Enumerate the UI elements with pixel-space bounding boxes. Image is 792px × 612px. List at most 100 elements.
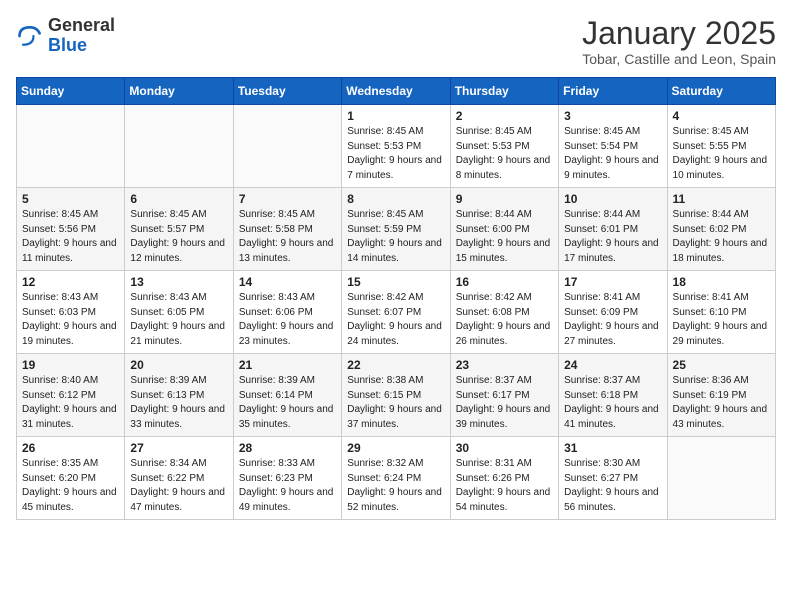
calendar-cell: 13Sunrise: 8:43 AM Sunset: 6:05 PM Dayli… (125, 271, 233, 354)
logo: General Blue (16, 16, 115, 56)
day-info: Sunrise: 8:36 AM Sunset: 6:19 PM Dayligh… (673, 374, 770, 432)
day-number: 11 (673, 192, 770, 206)
calendar-cell: 25 Sunrise: 8:36 AM Sunset: 6:19 PM Dayli… (667, 354, 775, 437)
day-number: 9 (456, 192, 553, 206)
calendar-cell: 10Sunrise: 8:44 AM Sunset: 6:01 PM Dayli… (559, 188, 667, 271)
day-info: Sunrise: 8:39 AM Sunset: 6:14 PM Dayligh… (239, 374, 336, 432)
calendar-cell: 30 Sunrise: 8:31 AM Sunset: 6:26 PM Dayli… (450, 437, 558, 520)
calendar-cell: 20 Sunrise: 8:39 AM Sunset: 6:13 PM Dayli… (125, 354, 233, 437)
day-number: 5 (22, 192, 119, 206)
calendar-cell: 2Sunrise: 8:45 AM Sunset: 5:53 PM Daylig… (450, 105, 558, 188)
day-number: 14 (239, 275, 336, 289)
calendar-cell: 21Sunrise: 8:39 AM Sunset: 6:14 PM Dayli… (233, 354, 341, 437)
day-number: 3 (564, 109, 661, 123)
page-header: General Blue January 2025 Tobar, Castill… (16, 16, 776, 67)
day-info: Sunrise: 8:43 AM Sunset: 6:03 PM Dayligh… (22, 291, 119, 349)
day-number: 4 (673, 109, 770, 123)
calendar-cell: 15Sunrise: 8:42 AM Sunset: 6:07 PM Dayli… (342, 271, 450, 354)
calendar-cell: 9 Sunrise: 8:44 AM Sunset: 6:00 PM Daylig… (450, 188, 558, 271)
calendar-cell: 5 Sunrise: 8:45 AM Sunset: 5:56 PM Daylig… (17, 188, 125, 271)
calendar-cell: 1 Sunrise: 8:45 AM Sunset: 5:53 PM Daylig… (342, 105, 450, 188)
calendar-cell (125, 105, 233, 188)
day-number: 28 (239, 441, 336, 455)
day-info: Sunrise: 8:42 AM Sunset: 6:08 PM Dayligh… (456, 291, 553, 349)
calendar-cell: 6 Sunrise: 8:45 AM Sunset: 5:57 PM Daylig… (125, 188, 233, 271)
logo-text: General Blue (48, 16, 115, 56)
day-info: Sunrise: 8:37 AM Sunset: 6:17 PM Dayligh… (456, 374, 553, 432)
day-info: Sunrise: 8:38 AM Sunset: 6:15 PM Dayligh… (347, 374, 444, 432)
weekday-header-saturday: Saturday (667, 78, 775, 105)
day-info: Sunrise: 8:40 AM Sunset: 6:12 PM Dayligh… (22, 374, 119, 432)
day-info: Sunrise: 8:41 AM Sunset: 6:09 PM Dayligh… (564, 291, 661, 349)
day-number: 6 (130, 192, 227, 206)
day-number: 23 (456, 358, 553, 372)
day-info: Sunrise: 8:41 AM Sunset: 6:10 PM Dayligh… (673, 291, 770, 349)
weekday-header-wednesday: Wednesday (342, 78, 450, 105)
weekday-header-monday: Monday (125, 78, 233, 105)
day-info: Sunrise: 8:30 AM Sunset: 6:27 PM Dayligh… (564, 457, 661, 515)
day-info: Sunrise: 8:44 AM Sunset: 6:00 PM Dayligh… (456, 208, 553, 266)
day-info: Sunrise: 8:34 AM Sunset: 6:22 PM Dayligh… (130, 457, 227, 515)
day-number: 31 (564, 441, 661, 455)
day-number: 20 (130, 358, 227, 372)
day-number: 8 (347, 192, 444, 206)
day-info: Sunrise: 8:37 AM Sunset: 6:18 PM Dayligh… (564, 374, 661, 432)
day-info: Sunrise: 8:43 AM Sunset: 6:05 PM Dayligh… (130, 291, 227, 349)
weekday-header-thursday: Thursday (450, 78, 558, 105)
calendar-cell: 28 Sunrise: 8:33 AM Sunset: 6:23 PM Dayli… (233, 437, 341, 520)
calendar-cell: 29 Sunrise: 8:32 AM Sunset: 6:24 PM Dayli… (342, 437, 450, 520)
day-info: Sunrise: 8:31 AM Sunset: 6:26 PM Dayligh… (456, 457, 553, 515)
calendar-cell (17, 105, 125, 188)
weekday-header-sunday: Sunday (17, 78, 125, 105)
day-info: Sunrise: 8:39 AM Sunset: 6:13 PM Dayligh… (130, 374, 227, 432)
calendar-cell: 17 Sunrise: 8:41 AM Sunset: 6:09 PM Dayli… (559, 271, 667, 354)
calendar-cell: 16 Sunrise: 8:42 AM Sunset: 6:08 PM Dayli… (450, 271, 558, 354)
day-info: Sunrise: 8:45 AM Sunset: 5:54 PM Dayligh… (564, 125, 661, 183)
day-info: Sunrise: 8:42 AM Sunset: 6:07 PM Dayligh… (347, 291, 444, 349)
day-number: 30 (456, 441, 553, 455)
day-info: Sunrise: 8:45 AM Sunset: 5:57 PM Dayligh… (130, 208, 227, 266)
calendar-cell: 24 Sunrise: 8:37 AM Sunset: 6:18 PM Dayli… (559, 354, 667, 437)
calendar-cell: 3 Sunrise: 8:45 AM Sunset: 5:54 PM Daylig… (559, 105, 667, 188)
day-info: Sunrise: 8:45 AM Sunset: 5:53 PM Dayligh… (347, 125, 444, 183)
day-number: 16 (456, 275, 553, 289)
day-number: 19 (22, 358, 119, 372)
day-number: 18 (673, 275, 770, 289)
day-number: 25 (673, 358, 770, 372)
calendar-cell (667, 437, 775, 520)
logo-icon (16, 22, 44, 50)
calendar-cell: 31 Sunrise: 8:30 AM Sunset: 6:27 PM Dayli… (559, 437, 667, 520)
month-title: January 2025 (582, 16, 776, 51)
day-info: Sunrise: 8:33 AM Sunset: 6:23 PM Dayligh… (239, 457, 336, 515)
day-info: Sunrise: 8:45 AM Sunset: 5:59 PM Dayligh… (347, 208, 444, 266)
calendar-cell: 14 Sunrise: 8:43 AM Sunset: 6:06 PM Dayli… (233, 271, 341, 354)
title-area: January 2025 Tobar, Castille and Leon, S… (582, 16, 776, 67)
day-number: 17 (564, 275, 661, 289)
day-info: Sunrise: 8:32 AM Sunset: 6:24 PM Dayligh… (347, 457, 444, 515)
day-number: 7 (239, 192, 336, 206)
calendar-cell: 26Sunrise: 8:35 AM Sunset: 6:20 PM Dayli… (17, 437, 125, 520)
calendar-cell: 22 Sunrise: 8:38 AM Sunset: 6:15 PM Dayli… (342, 354, 450, 437)
calendar-cell (233, 105, 341, 188)
day-number: 29 (347, 441, 444, 455)
calendar-cell: 4Sunrise: 8:45 AM Sunset: 5:55 PM Daylig… (667, 105, 775, 188)
day-info: Sunrise: 8:45 AM Sunset: 5:56 PM Dayligh… (22, 208, 119, 266)
calendar-cell: 27 Sunrise: 8:34 AM Sunset: 6:22 PM Dayli… (125, 437, 233, 520)
weekday-header-friday: Friday (559, 78, 667, 105)
day-info: Sunrise: 8:43 AM Sunset: 6:06 PM Dayligh… (239, 291, 336, 349)
day-info: Sunrise: 8:44 AM Sunset: 6:01 PM Dayligh… (564, 208, 661, 266)
calendar-cell: 12 Sunrise: 8:43 AM Sunset: 6:03 PM Dayli… (17, 271, 125, 354)
day-number: 2 (456, 109, 553, 123)
weekday-header-tuesday: Tuesday (233, 78, 341, 105)
day-number: 22 (347, 358, 444, 372)
calendar-cell: 11Sunrise: 8:44 AM Sunset: 6:02 PM Dayli… (667, 188, 775, 271)
calendar-cell: 23 Sunrise: 8:37 AM Sunset: 6:17 PM Dayli… (450, 354, 558, 437)
calendar-cell: 19 Sunrise: 8:40 AM Sunset: 6:12 PM Dayli… (17, 354, 125, 437)
day-number: 1 (347, 109, 444, 123)
location-title: Tobar, Castille and Leon, Spain (582, 51, 776, 67)
day-info: Sunrise: 8:35 AM Sunset: 6:20 PM Dayligh… (22, 457, 119, 515)
day-number: 24 (564, 358, 661, 372)
day-number: 12 (22, 275, 119, 289)
day-info: Sunrise: 8:45 AM Sunset: 5:58 PM Dayligh… (239, 208, 336, 266)
day-number: 27 (130, 441, 227, 455)
